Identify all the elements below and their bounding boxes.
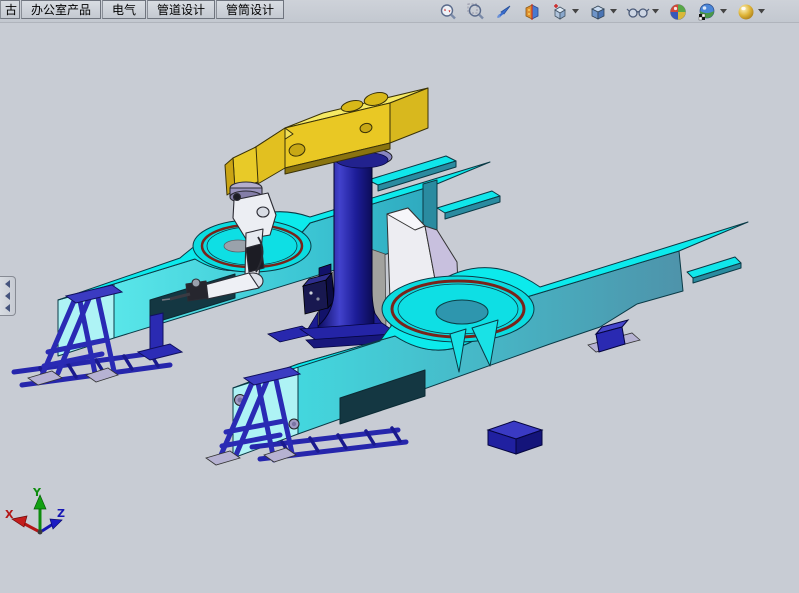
- section-view-icon[interactable]: [522, 2, 542, 22]
- hide-show-items-icon[interactable]: [626, 2, 660, 22]
- display-style-icon[interactable]: [588, 2, 618, 22]
- apply-scene-dropdown[interactable]: [719, 3, 728, 21]
- view-settings-icon[interactable]: [736, 2, 766, 22]
- tab-piping-design[interactable]: 管道设计: [147, 0, 215, 19]
- heads-up-view-toolbar: [438, 1, 766, 22]
- tab-electrical[interactable]: 电气: [102, 0, 146, 19]
- edit-appearance-icon[interactable]: [668, 2, 688, 22]
- panel-collapse-toggle[interactable]: [0, 276, 16, 316]
- tab-office-products[interactable]: 办公室产品: [21, 0, 101, 19]
- triad-x-label: X: [5, 508, 14, 521]
- scene-svg: Y X Z: [0, 0, 799, 589]
- collapse-arrow-icon: [5, 304, 10, 312]
- zoom-to-fit-icon[interactable]: [438, 2, 458, 22]
- previous-view-icon[interactable]: [494, 2, 514, 22]
- collapse-arrow-icon: [5, 280, 10, 288]
- apply-scene-icon[interactable]: [696, 2, 728, 22]
- zoom-to-area-icon[interactable]: [466, 2, 486, 22]
- collapse-arrow-icon: [5, 292, 10, 300]
- triad-y-label: Y: [32, 486, 42, 499]
- graphics-viewport[interactable]: Y X Z: [0, 0, 799, 589]
- command-manager-tabs: 古 办公室产品 电气 管道设计 管筒设计: [0, 0, 285, 19]
- view-settings-dropdown[interactable]: [757, 3, 766, 21]
- view-orientation-icon[interactable]: [550, 2, 580, 22]
- tab-partial[interactable]: 古: [0, 0, 20, 19]
- view-orientation-dropdown[interactable]: [571, 3, 580, 21]
- display-style-dropdown[interactable]: [609, 3, 618, 21]
- triad-z-label: Z: [57, 507, 65, 520]
- tab-tubing-design[interactable]: 管筒设计: [216, 0, 284, 19]
- solidworks-window: { "tab_bar": { "tabs": [ {"label": "古"},…: [0, 0, 799, 589]
- hide-show-items-dropdown[interactable]: [651, 3, 660, 21]
